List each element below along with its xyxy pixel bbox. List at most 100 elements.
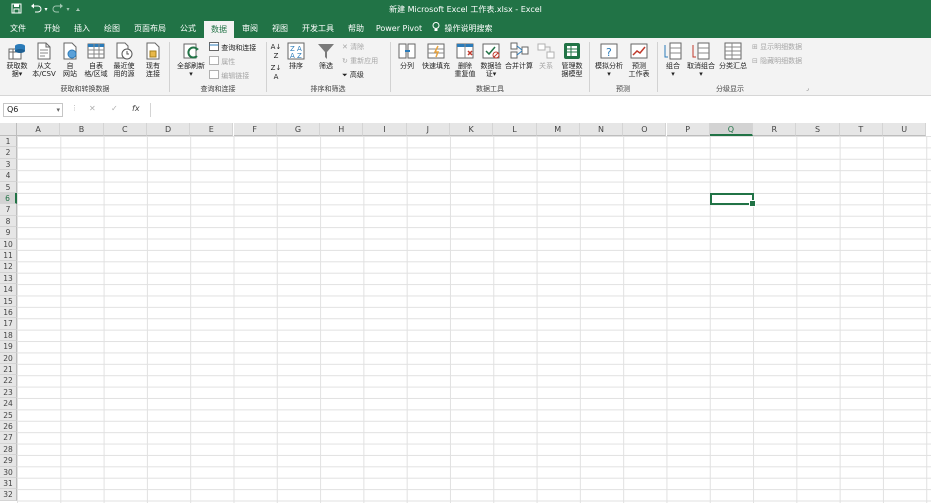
customize-icon[interactable]: ⩡ xyxy=(73,3,83,17)
what-if-analysis-button[interactable]: ? 模拟分析 ▾ xyxy=(593,41,625,78)
row-header[interactable]: 7 xyxy=(0,204,17,216)
show-detail-button[interactable]: ⊞ 显示明细数据 xyxy=(752,42,802,52)
tab-review[interactable]: 审阅 xyxy=(236,20,264,38)
tab-developer[interactable]: 开发工具 xyxy=(296,20,340,38)
row-header[interactable]: 15 xyxy=(0,295,17,307)
row-header[interactable]: 16 xyxy=(0,307,17,319)
name-box-dropdown-icon[interactable]: ▾ xyxy=(56,104,60,116)
column-header[interactable]: C xyxy=(103,123,147,136)
row-header[interactable]: 9 xyxy=(0,227,17,239)
subtotal-button[interactable]: 分类汇总 xyxy=(717,41,749,70)
column-header[interactable]: G xyxy=(276,123,321,136)
select-all-button[interactable] xyxy=(0,123,17,136)
confirm-entry-icon[interactable]: ✓ xyxy=(111,104,118,113)
column-header[interactable]: R xyxy=(753,123,797,136)
hide-detail-button[interactable]: ⊟ 隐藏明细数据 xyxy=(752,56,802,66)
data-validation-button[interactable]: 数据验 证▾ xyxy=(478,41,504,78)
sort-button[interactable]: ZAAZ 排序 xyxy=(284,41,308,70)
row-header[interactable]: 8 xyxy=(0,215,17,228)
tab-help[interactable]: 帮助 xyxy=(342,20,370,38)
worksheet[interactable]: ABCDEFGHIJKLMNOPQRSTU 1 2 3 4 5 6 7 8 9 10 11 12 13 1… xyxy=(0,123,931,503)
relationships-button[interactable]: 关系 xyxy=(534,41,558,70)
row-header[interactable]: 17 xyxy=(0,318,17,330)
existing-connections-button[interactable]: 现有 连接 xyxy=(140,41,166,78)
forecast-sheet-button[interactable]: 预测 工作表 xyxy=(625,41,653,78)
sort-desc-button[interactable]: Z↓ A xyxy=(268,64,284,82)
row-header[interactable]: 18 xyxy=(0,329,17,342)
from-csv-button[interactable]: 从文 本/CSV xyxy=(30,41,58,78)
filter-button[interactable]: 筛选 xyxy=(314,41,338,70)
row-header[interactable]: 19 xyxy=(0,341,17,353)
tab-file[interactable]: 文件 xyxy=(4,20,32,38)
cell-grid[interactable] xyxy=(17,136,931,503)
advanced-filter-button[interactable]: ⏷ 高级 xyxy=(342,70,364,80)
row-header[interactable]: 20 xyxy=(0,352,17,364)
recent-sources-button[interactable]: 最近使 用的源 xyxy=(110,41,138,78)
refresh-all-button[interactable]: 全部刷新 ▾ xyxy=(174,41,208,78)
cancel-entry-icon[interactable]: ✕ xyxy=(89,104,96,113)
ungroup-button[interactable]: 取消组合 ▾ xyxy=(685,41,717,78)
row-header[interactable]: 12 xyxy=(0,261,17,273)
name-box[interactable]: Q6 ▾ xyxy=(3,103,63,117)
column-header[interactable]: U xyxy=(883,123,927,136)
row-header[interactable]: 10 xyxy=(0,238,17,250)
flash-fill-button[interactable]: 快速填充 xyxy=(420,41,452,70)
column-header[interactable]: P xyxy=(666,123,710,136)
redo-icon[interactable] xyxy=(51,3,65,17)
column-header[interactable]: T xyxy=(839,123,883,136)
column-header[interactable]: D xyxy=(146,123,191,136)
row-header[interactable]: 13 xyxy=(0,272,17,285)
row-header[interactable]: 4 xyxy=(0,170,17,182)
tab-formulas[interactable]: 公式 xyxy=(174,20,202,38)
column-header[interactable]: J xyxy=(406,123,450,136)
row-header[interactable]: 21 xyxy=(0,364,17,376)
row-header[interactable]: 22 xyxy=(0,375,17,387)
row-header[interactable]: 24 xyxy=(0,398,17,410)
column-header[interactable]: L xyxy=(493,123,537,136)
row-header[interactable]: 1 xyxy=(0,136,17,148)
insert-function-icon[interactable]: fx xyxy=(132,104,140,113)
row-header[interactable]: 3 xyxy=(0,158,17,171)
row-header[interactable]: 23 xyxy=(0,386,17,399)
tab-view[interactable]: 视图 xyxy=(266,20,294,38)
row-header[interactable]: 2 xyxy=(0,147,17,159)
column-header[interactable]: K xyxy=(450,123,494,136)
column-header[interactable]: I xyxy=(363,123,407,136)
row-header[interactable]: 14 xyxy=(0,284,17,296)
row-header[interactable]: 26 xyxy=(0,421,17,433)
manage-data-model-button[interactable]: 管理数 据模型 xyxy=(558,41,586,78)
column-header[interactable]: H xyxy=(320,123,364,136)
column-header[interactable]: S xyxy=(796,123,840,136)
reapply-button[interactable]: ↻ 重新应用 xyxy=(342,56,378,66)
clear-filter-button[interactable]: ✕ 清除 xyxy=(342,42,364,52)
get-data-button[interactable]: 获取数 据▾ xyxy=(4,41,30,78)
group-rows-button[interactable]: 组合 ▾ xyxy=(661,41,685,78)
row-header[interactable]: 29 xyxy=(0,455,17,467)
properties-button[interactable]: 属性 xyxy=(209,56,235,67)
tab-power-pivot[interactable]: Power Pivot xyxy=(374,20,424,38)
active-cell[interactable] xyxy=(709,193,757,208)
column-header[interactable]: A xyxy=(17,123,61,136)
undo-dropdown-icon[interactable]: ▾ xyxy=(42,3,50,17)
row-header[interactable]: 6 xyxy=(0,193,17,205)
row-header[interactable]: 30 xyxy=(0,466,17,478)
tab-insert[interactable]: 插入 xyxy=(68,20,96,38)
column-header[interactable]: Q xyxy=(709,123,754,136)
undo-icon[interactable] xyxy=(29,3,43,17)
column-header[interactable]: O xyxy=(623,123,667,136)
edit-links-button[interactable]: 编辑链接 xyxy=(209,70,249,81)
queries-connections-button[interactable]: 查询和连接 xyxy=(209,42,256,53)
column-header[interactable]: N xyxy=(579,123,624,136)
tab-page-layout[interactable]: 页面布局 xyxy=(130,20,170,38)
column-header[interactable]: F xyxy=(233,123,277,136)
row-header[interactable]: 27 xyxy=(0,432,17,444)
sort-asc-button[interactable]: A↓ Z xyxy=(268,43,284,61)
column-header[interactable]: M xyxy=(536,123,580,136)
row-header[interactable]: 28 xyxy=(0,443,17,456)
row-header[interactable]: 25 xyxy=(0,409,17,421)
tab-data[interactable]: 数据 xyxy=(204,21,234,38)
redo-dropdown-icon[interactable]: ▾ xyxy=(64,3,72,17)
tell-me-search[interactable]: 操作说明搜索 xyxy=(432,20,504,38)
from-web-button[interactable]: 自 网站 xyxy=(58,41,82,78)
consolidate-button[interactable]: 合并计算 xyxy=(504,41,534,70)
